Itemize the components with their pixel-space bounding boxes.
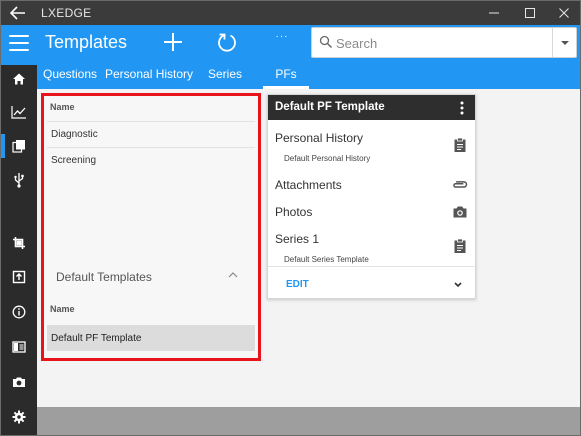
default-template-row[interactable]: Default PF Template xyxy=(47,325,255,351)
card-header: Default PF Template xyxy=(268,95,475,120)
app-window: LXEDGE Templates ··· Search Questions Pe… xyxy=(0,0,581,436)
personal-history-row-title[interactable]: Personal History xyxy=(275,131,363,145)
document-icon[interactable] xyxy=(1,333,37,361)
page-title: Templates xyxy=(45,32,128,52)
name-column-header: Name xyxy=(50,102,75,112)
search-divider xyxy=(552,28,553,57)
default-template-label: Default PF Template xyxy=(51,333,142,344)
kebab-menu-icon[interactable] xyxy=(456,100,468,116)
paperclip-icon[interactable] xyxy=(452,177,468,193)
crop-icon[interactable] xyxy=(1,229,37,257)
card-divider xyxy=(268,266,475,267)
title-bar: LXEDGE xyxy=(1,1,580,25)
list-item[interactable]: Screening xyxy=(47,147,255,173)
list-item[interactable]: Diagnostic xyxy=(47,121,255,147)
info-icon[interactable] xyxy=(1,298,37,326)
tab-series[interactable]: Series xyxy=(208,65,242,89)
chart-icon[interactable] xyxy=(1,98,37,126)
camera-icon[interactable] xyxy=(1,368,37,396)
refresh-icon[interactable] xyxy=(214,29,240,55)
add-icon[interactable] xyxy=(160,29,186,55)
nav-rail xyxy=(1,65,37,435)
templates-list-panel: Name Diagnostic Screening Default Templa… xyxy=(41,93,261,361)
personal-history-row-subtitle: Default Personal History xyxy=(284,154,371,163)
templates-icon[interactable] xyxy=(1,132,37,160)
search-icon xyxy=(319,35,333,52)
card-title: Default PF Template xyxy=(275,101,385,113)
content-area: Name Diagnostic Screening Default Templa… xyxy=(37,89,580,407)
list-item-label: Screening xyxy=(51,155,97,166)
chevron-down-icon[interactable] xyxy=(451,279,465,291)
close-icon[interactable] xyxy=(547,1,580,25)
series-1-row-title[interactable]: Series 1 xyxy=(275,232,319,246)
edit-button[interactable]: EDIT xyxy=(286,279,309,290)
photos-row-title[interactable]: Photos xyxy=(275,205,312,219)
more-options-button[interactable]: ··· xyxy=(269,31,295,51)
settings-icon[interactable] xyxy=(1,403,37,431)
default-templates-heading: Default Templates xyxy=(56,270,152,284)
tab-questions[interactable]: Questions xyxy=(43,65,97,89)
tab-pfs[interactable]: PFs xyxy=(263,65,309,89)
default-name-column-header: Name xyxy=(50,304,75,314)
maximize-icon[interactable] xyxy=(513,1,547,25)
tab-personal-history[interactable]: Personal History xyxy=(105,65,193,89)
search-box[interactable] xyxy=(311,27,577,58)
clipboard-icon[interactable] xyxy=(452,137,468,153)
usb-icon[interactable] xyxy=(1,166,37,194)
chevron-down-icon[interactable] xyxy=(556,36,574,50)
back-arrow-icon[interactable] xyxy=(1,1,35,25)
camera-icon[interactable] xyxy=(452,204,468,220)
export-icon[interactable] xyxy=(1,263,37,291)
series-1-row-subtitle: Default Series Template xyxy=(284,255,369,264)
window-title: LXEDGE xyxy=(41,6,92,20)
chevron-up-icon[interactable] xyxy=(226,268,240,282)
app-header: Templates ··· Questions Personal History… xyxy=(1,25,580,89)
home-icon[interactable] xyxy=(1,65,37,93)
clipboard-icon[interactable] xyxy=(452,238,468,254)
list-item-label: Diagnostic xyxy=(51,129,98,140)
hamburger-menu-icon[interactable] xyxy=(7,33,31,53)
attachments-row-title[interactable]: Attachments xyxy=(275,178,342,192)
search-input[interactable] xyxy=(336,33,546,53)
minimize-icon[interactable] xyxy=(477,1,511,25)
pf-template-card: Default PF Template Personal History Def… xyxy=(267,94,476,299)
bottom-bar xyxy=(37,407,580,435)
